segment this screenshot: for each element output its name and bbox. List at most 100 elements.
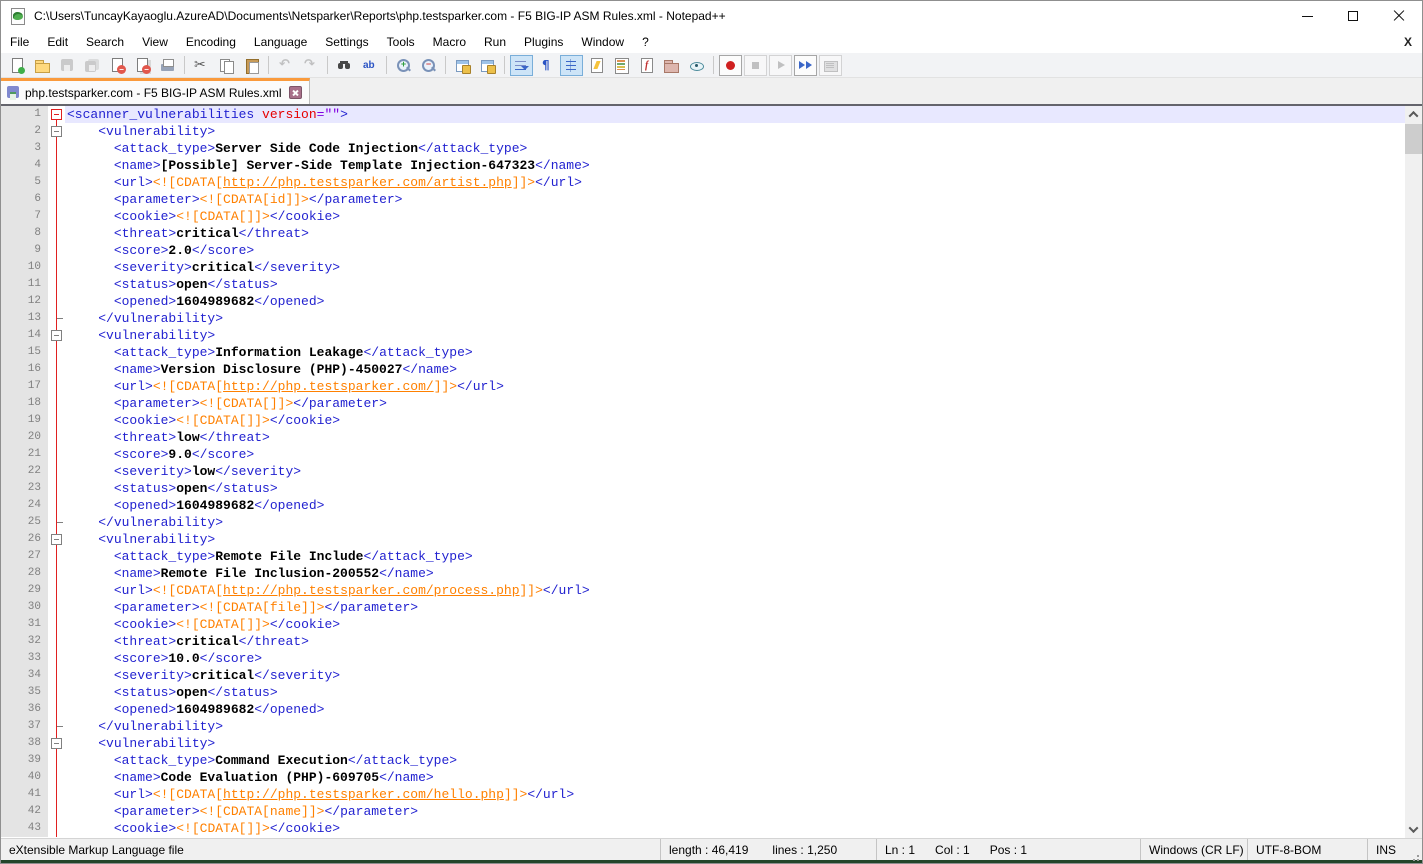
code-line[interactable]: 36 <opened>1604989682</opened> [1,701,1405,718]
code-line[interactable]: 4 <name>[Possible] Server-Side Template … [1,157,1405,174]
fold-collapse-icon[interactable] [51,126,62,137]
code-line[interactable]: 39 <attack_type>Command Execution</attac… [1,752,1405,769]
sync-horizontal-button[interactable] [476,55,499,76]
minimize-button[interactable] [1284,1,1330,31]
code-line[interactable]: 29 <url><![CDATA[http://php.testsparker.… [1,582,1405,599]
menu-item-view[interactable]: View [133,32,177,52]
code-line[interactable]: 7 <cookie><![CDATA[]]></cookie> [1,208,1405,225]
menu-item-settings[interactable]: Settings [316,32,377,52]
new-file-button[interactable] [6,55,29,76]
code-line[interactable]: 31 <cookie><![CDATA[]]></cookie> [1,616,1405,633]
code-line[interactable]: 21 <score>9.0</score> [1,446,1405,463]
code-line[interactable]: 3 <attack_type>Server Side Code Injectio… [1,140,1405,157]
macro-play-button[interactable] [769,55,792,76]
macro-record-button[interactable] [719,55,742,76]
code-line[interactable]: 22 <severity>low</severity> [1,463,1405,480]
code-line[interactable]: 37 </vulnerability> [1,718,1405,735]
function-list-button[interactable] [635,55,658,76]
code-line[interactable]: 6 <parameter><![CDATA[id]]></parameter> [1,191,1405,208]
code-line[interactable]: 24 <opened>1604989682</opened> [1,497,1405,514]
menu-item-language[interactable]: Language [245,32,316,52]
menu-item-search[interactable]: Search [77,32,133,52]
word-wrap-button[interactable] [510,55,533,76]
menu-item-encoding[interactable]: Encoding [177,32,245,52]
menu-item-window[interactable]: Window [572,32,633,52]
save-file-button[interactable] [56,55,79,76]
code-line[interactable]: 13 </vulnerability> [1,310,1405,327]
maximize-button[interactable] [1330,1,1376,31]
redo-button[interactable] [299,55,322,76]
tab-close-icon[interactable] [289,86,302,99]
document-map-button[interactable] [610,55,633,76]
code-line[interactable]: 27 <attack_type>Remote File Include</att… [1,548,1405,565]
code-line[interactable]: 23 <status>open</status> [1,480,1405,497]
tab-php-testsparker-f5-bigip-asm-rules[interactable]: php.testsparker.com - F5 BIG-IP ASM Rule… [1,78,310,104]
status-insert-mode[interactable]: INS [1368,839,1408,860]
code-line[interactable]: 10 <severity>critical</severity> [1,259,1405,276]
menu-item-help[interactable]: ? [633,32,658,52]
status-eol-format[interactable]: Windows (CR LF) [1141,839,1248,860]
close-file-button[interactable] [106,55,129,76]
code-line[interactable]: 25 </vulnerability> [1,514,1405,531]
print-button[interactable] [156,55,179,76]
menu-item-edit[interactable]: Edit [38,32,77,52]
menu-item-tools[interactable]: Tools [378,32,424,52]
scroll-down-arrow-icon[interactable] [1405,821,1422,838]
menu-item-file[interactable]: File [1,32,38,52]
code-line[interactable]: 20 <threat>low</threat> [1,429,1405,446]
macro-save-button[interactable] [819,55,842,76]
macro-stop-button[interactable] [744,55,767,76]
code-line[interactable]: 19 <cookie><![CDATA[]]></cookie> [1,412,1405,429]
code-line[interactable]: 8 <threat>critical</threat> [1,225,1405,242]
code-line[interactable]: 26 <vulnerability> [1,531,1405,548]
monitoring-button[interactable] [685,55,708,76]
code-line[interactable]: 38 <vulnerability> [1,735,1405,752]
status-encoding[interactable]: UTF-8-BOM [1248,839,1368,860]
code-line[interactable]: 43 <cookie><![CDATA[]]></cookie> [1,820,1405,837]
close-all-button[interactable] [131,55,154,76]
replace-button[interactable] [358,55,381,76]
undo-button[interactable] [274,55,297,76]
code-line[interactable]: 40 <name>Code Evaluation (PHP)-609705</n… [1,769,1405,786]
show-indent-guide-button[interactable] [560,55,583,76]
zoom-in-button[interactable] [392,55,415,76]
fold-collapse-icon[interactable] [51,330,62,341]
code-line[interactable]: 9 <score>2.0</score> [1,242,1405,259]
fold-collapse-icon[interactable] [51,738,62,749]
close-button[interactable] [1376,1,1422,31]
code-line[interactable]: 12 <opened>1604989682</opened> [1,293,1405,310]
resize-grip[interactable] [1408,839,1422,860]
save-all-button[interactable] [81,55,104,76]
code-line[interactable]: 2 <vulnerability> [1,123,1405,140]
code-line[interactable]: 32 <threat>critical</threat> [1,633,1405,650]
code-line[interactable]: 35 <status>open</status> [1,684,1405,701]
menu-item-run[interactable]: Run [475,32,515,52]
code-line[interactable]: 17 <url><![CDATA[http://php.testsparker.… [1,378,1405,395]
code-line[interactable]: 5 <url><![CDATA[http://php.testsparker.c… [1,174,1405,191]
code-line[interactable]: 28 <name>Remote File Inclusion-200552</n… [1,565,1405,582]
menu-item-macro[interactable]: Macro [424,32,475,52]
code-line[interactable]: 33 <score>10.0</score> [1,650,1405,667]
macro-run-multiple-button[interactable] [794,55,817,76]
copy-button[interactable] [215,55,238,76]
cut-button[interactable] [190,55,213,76]
code-line[interactable]: 16 <name>Version Disclosure (PHP)-450027… [1,361,1405,378]
code-line[interactable]: 15 <attack_type>Information Leakage</att… [1,344,1405,361]
menubar-close-icon[interactable]: X [1394,35,1422,49]
define-language-button[interactable] [585,55,608,76]
paste-button[interactable] [240,55,263,76]
sync-vertical-button[interactable] [451,55,474,76]
fold-collapse-icon[interactable] [51,534,62,545]
code-line[interactable]: 11 <status>open</status> [1,276,1405,293]
fold-collapse-icon[interactable] [51,109,62,120]
code-line[interactable]: 42 <parameter><![CDATA[name]]></paramete… [1,803,1405,820]
code-line[interactable]: 18 <parameter><![CDATA[]]></parameter> [1,395,1405,412]
scroll-up-arrow-icon[interactable] [1405,106,1422,123]
zoom-out-button[interactable] [417,55,440,76]
code-line[interactable]: 34 <severity>critical</severity> [1,667,1405,684]
editor-text-area[interactable]: 1<scanner_vulnerabilities version="">2 <… [1,106,1405,838]
open-file-button[interactable] [31,55,54,76]
vertical-scrollbar[interactable] [1405,106,1422,838]
find-button[interactable] [333,55,356,76]
code-line[interactable]: 41 <url><![CDATA[http://php.testsparker.… [1,786,1405,803]
